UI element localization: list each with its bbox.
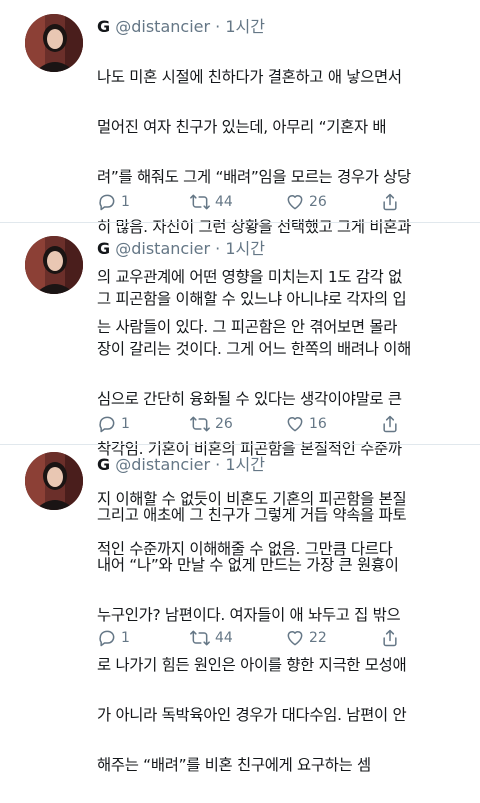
avatar[interactable] bbox=[25, 452, 83, 510]
retweet-icon bbox=[190, 630, 210, 646]
retweet-count: 26 bbox=[215, 416, 233, 432]
tweet-actions: 1 44 22 bbox=[97, 626, 427, 650]
retweet-count: 44 bbox=[215, 194, 233, 210]
share-icon bbox=[383, 415, 397, 433]
tweet-text-line: 멀어진 여자 친구가 있는데, 아무리 “기혼자 배 bbox=[97, 118, 387, 136]
avatar[interactable] bbox=[25, 14, 83, 72]
reply-count: 1 bbox=[121, 630, 130, 646]
tweet-text-line: 심으로 간단히 융화될 수 있다는 생각이야말로 큰 bbox=[97, 390, 402, 408]
display-name[interactable]: G bbox=[97, 455, 110, 474]
tweet-text-line: 누구인가? 남편이다. 여자들이 애 놔두고 집 밖으 bbox=[97, 606, 401, 624]
tweet-header: G @distancier · 1시간 bbox=[97, 238, 265, 260]
tweet-header: G @distancier · 1시간 bbox=[97, 454, 265, 476]
display-name[interactable]: G bbox=[97, 239, 110, 258]
heart-icon bbox=[287, 417, 303, 432]
like-button[interactable]: 26 bbox=[285, 190, 327, 214]
tweet-text-line: 해주는 “배려”를 비혼 친구에게 요구하는 셈 bbox=[97, 756, 371, 774]
retweet-button[interactable]: 44 bbox=[189, 190, 233, 214]
username[interactable]: @distancier bbox=[115, 239, 210, 258]
retweet-icon bbox=[190, 416, 210, 432]
heart-icon bbox=[287, 631, 303, 646]
separator-dot: · bbox=[215, 17, 221, 36]
avatar[interactable] bbox=[25, 236, 83, 294]
tweet-text-line: 려”를 해줘도 그게 “배려”임을 모르는 경우가 상당 bbox=[97, 168, 411, 186]
reply-button[interactable]: 1 bbox=[97, 626, 130, 650]
display-name[interactable]: G bbox=[97, 17, 110, 36]
share-button[interactable] bbox=[380, 190, 400, 214]
tweet-actions: 1 44 26 bbox=[97, 190, 427, 214]
timestamp[interactable]: 1시간 bbox=[225, 239, 265, 258]
reply-icon bbox=[99, 630, 115, 647]
avatar-photo bbox=[25, 452, 83, 510]
tweet-text-line: 장이 갈리는 것이다. 그게 어느 한쪽의 배려나 이해 bbox=[97, 340, 411, 358]
separator-dot: · bbox=[215, 239, 221, 258]
heart-icon bbox=[287, 195, 303, 210]
tweet-text-line: 그리고 애초에 그 친구가 그렇게 거듭 약속을 파토 bbox=[97, 506, 407, 524]
tweet-text-line: 로 나가기 힘든 원인은 아이를 향한 지극한 모성애 bbox=[97, 656, 407, 674]
retweet-button[interactable]: 26 bbox=[189, 412, 233, 436]
reply-icon bbox=[99, 194, 115, 211]
tweet-text-line: 그 피곤함을 이해할 수 있느냐 아니냐로 각자의 입 bbox=[97, 290, 407, 308]
tweet-text-line: 나도 미혼 시절에 친하다가 결혼하고 애 낳으면서 bbox=[97, 68, 402, 86]
like-button[interactable]: 16 bbox=[285, 412, 327, 436]
share-icon bbox=[383, 193, 397, 211]
reply-icon bbox=[99, 416, 115, 433]
tweet-divider bbox=[0, 444, 480, 445]
reply-button[interactable]: 1 bbox=[97, 412, 130, 436]
tweet-divider bbox=[0, 222, 480, 223]
tweet-text-line: 히 많음. 자신이 그런 상황을 선택했고 그게 비혼과 bbox=[97, 218, 411, 236]
share-icon bbox=[383, 629, 397, 647]
username[interactable]: @distancier bbox=[115, 455, 210, 474]
tweet-text-line: 가 아니라 독박육아인 경우가 대다수임. 남편이 안 bbox=[97, 706, 407, 724]
retweet-icon bbox=[190, 194, 210, 210]
retweet-count: 44 bbox=[215, 630, 233, 646]
tweet-text-line: 내어 “나”와 만날 수 없게 만드는 가장 큰 원흉이 bbox=[97, 556, 399, 574]
like-count: 16 bbox=[309, 416, 327, 432]
reply-count: 1 bbox=[121, 416, 130, 432]
share-button[interactable] bbox=[380, 626, 400, 650]
username[interactable]: @distancier bbox=[115, 17, 210, 36]
retweet-button[interactable]: 44 bbox=[189, 626, 233, 650]
reply-count: 1 bbox=[121, 194, 130, 210]
avatar-photo bbox=[25, 14, 83, 72]
separator-dot: · bbox=[215, 455, 221, 474]
tweet-header: G @distancier · 1시간 bbox=[97, 16, 265, 38]
avatar-photo bbox=[25, 236, 83, 294]
tweet-actions: 1 26 16 bbox=[97, 412, 427, 436]
share-button[interactable] bbox=[380, 412, 400, 436]
like-button[interactable]: 22 bbox=[285, 626, 327, 650]
timestamp[interactable]: 1시간 bbox=[225, 455, 265, 474]
like-count: 26 bbox=[309, 194, 327, 210]
like-count: 22 bbox=[309, 630, 327, 646]
reply-button[interactable]: 1 bbox=[97, 190, 130, 214]
timestamp[interactable]: 1시간 bbox=[225, 17, 265, 36]
